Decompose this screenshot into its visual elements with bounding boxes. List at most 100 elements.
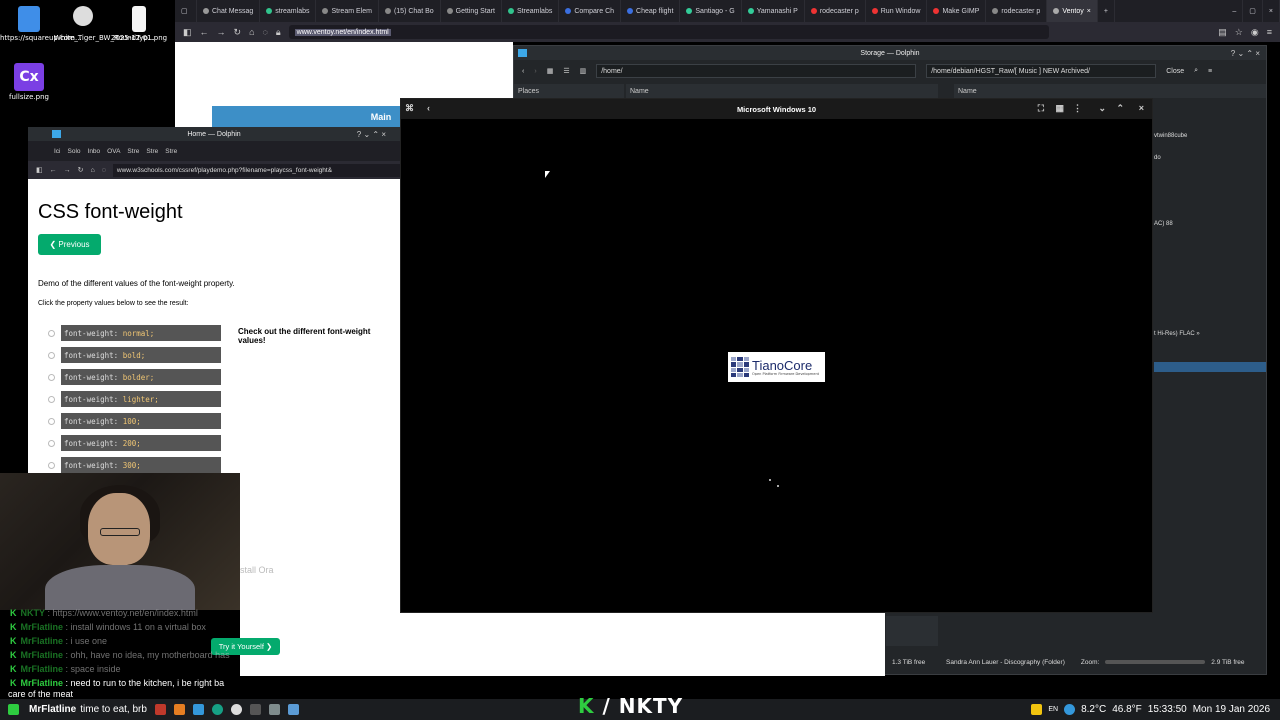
desktop-icon-squareup[interactable]: https://squareup.com... — [0, 6, 82, 43]
search-icon[interactable]: ⌕ — [1194, 67, 1198, 75]
file-item[interactable]: vtwin88cube — [1154, 133, 1187, 139]
code-value[interactable]: font-weight: bold; — [61, 347, 221, 363]
font-weight-option[interactable]: font-weight: bold; — [48, 347, 223, 363]
radio-button[interactable] — [48, 439, 55, 447]
tab[interactable]: Stre — [146, 148, 158, 155]
code-value[interactable]: font-weight: 300; — [61, 457, 221, 473]
code-value[interactable]: font-weight: 200; — [61, 435, 221, 451]
menu-icon[interactable]: ≡ — [1267, 27, 1272, 37]
reader-icon[interactable]: ▤ — [1218, 27, 1227, 38]
browser-tab[interactable]: Make GIMP — [927, 0, 987, 22]
app-icon[interactable] — [173, 704, 185, 715]
bookmark-icon[interactable]: ☆ — [1235, 27, 1243, 38]
font-weight-option[interactable]: font-weight: bolder; — [48, 369, 223, 385]
more-icon[interactable]: ⋮ — [1073, 103, 1082, 114]
tab[interactable]: OVA — [107, 148, 120, 155]
tab[interactable]: Ici — [54, 148, 61, 155]
extension-icon[interactable]: ◉ — [1251, 27, 1259, 38]
maximize-icon[interactable]: ▢ — [1243, 0, 1263, 22]
font-weight-option[interactable]: font-weight: lighter; — [48, 391, 223, 407]
radio-button[interactable] — [48, 461, 55, 469]
vm-taskbar-icon[interactable] — [287, 704, 299, 715]
font-weight-option[interactable]: font-weight: 100; — [48, 413, 223, 429]
network-icon[interactable] — [1064, 704, 1076, 715]
browser-tab[interactable]: rodecaster p — [986, 0, 1048, 22]
reload-icon[interactable]: ↻ — [234, 27, 242, 38]
app-icon[interactable] — [268, 704, 280, 715]
fullscreen-icon[interactable]: ⛶ — [1038, 103, 1044, 114]
browser-tab[interactable]: Compare Ch — [559, 0, 622, 22]
back-icon[interactable]: ‹ — [522, 68, 524, 75]
clock-date[interactable]: Mon 19 Jan 2026 — [1193, 704, 1270, 715]
browser-tab[interactable]: Getting Start — [441, 0, 502, 22]
compact-view-icon[interactable]: ☰ — [563, 67, 569, 75]
back-icon[interactable]: ‹ — [427, 103, 430, 113]
browser-tab[interactable]: Santiago - G — [680, 0, 742, 22]
icons-view-icon[interactable]: ▦ — [547, 67, 554, 75]
location-bar-left[interactable]: /home/ — [596, 64, 917, 78]
location-bar-right[interactable]: /home/debian/HGST_Raw/[ Music ] NEW Arch… — [926, 64, 1157, 78]
keyboard-layout[interactable]: EN — [1048, 706, 1058, 713]
browser-tab[interactable]: Streamlabs — [502, 0, 560, 22]
back-icon[interactable]: ← — [200, 27, 209, 37]
browser-tab[interactable]: Stream Elem — [316, 0, 379, 22]
code-value[interactable]: font-weight: 100; — [61, 413, 221, 429]
app-icon[interactable] — [249, 704, 261, 715]
browser-icon[interactable] — [211, 704, 223, 715]
desktop-icon-png[interactable]: 2025-12-01.png — [110, 6, 168, 43]
browser-tab[interactable]: Run Window — [866, 0, 928, 22]
code-value[interactable]: font-weight: normal; — [61, 325, 221, 341]
browser-tab[interactable]: Yamanashi P — [742, 0, 805, 22]
close-split-button[interactable]: Close — [1166, 68, 1184, 75]
column-header[interactable]: Name — [626, 84, 938, 98]
font-weight-option[interactable]: font-weight: 200; — [48, 435, 223, 451]
browser-tab[interactable]: streamlabs — [260, 0, 317, 22]
code-value[interactable]: font-weight: bolder; — [61, 369, 221, 385]
radio-button[interactable] — [48, 329, 55, 337]
url-bar[interactable]: www.ventoy.net/en/index.html — [288, 25, 1049, 39]
home-icon[interactable]: ⌂ — [249, 27, 254, 37]
radio-button[interactable] — [48, 351, 55, 359]
tab[interactable]: Inbo — [88, 148, 101, 155]
forward-icon[interactable]: › — [534, 68, 536, 75]
tab[interactable]: Solo — [68, 148, 81, 155]
minimize-icon[interactable]: ⌄ — [1098, 103, 1106, 114]
browser-tab[interactable]: (15) Chat Bo — [379, 0, 441, 22]
forward-icon[interactable]: → — [217, 27, 226, 37]
file-item[interactable]: do — [1154, 155, 1161, 161]
radio-button[interactable] — [48, 395, 55, 403]
browser-tab[interactable]: Chat Messag — [197, 0, 261, 22]
minimize-icon[interactable]: – — [1226, 0, 1244, 22]
selected-row[interactable] — [1154, 362, 1266, 372]
file-item[interactable]: AC) 88 — [1154, 221, 1173, 227]
sidebar-icon[interactable]: ◧ — [36, 166, 43, 174]
forward-icon[interactable]: → — [64, 167, 71, 174]
browser-tab[interactable]: Cheap flight — [621, 0, 681, 22]
app-launcher-icon[interactable] — [8, 704, 19, 715]
tab-overview-icon[interactable]: ▢ — [175, 0, 197, 22]
reload-icon[interactable]: ↻ — [78, 166, 84, 174]
tab[interactable]: Stre — [127, 148, 139, 155]
new-tab-button[interactable]: + — [1098, 0, 1115, 22]
close-icon[interactable]: × — [1263, 0, 1280, 22]
keyboard-icon[interactable]: ▦ — [1055, 103, 1064, 114]
app-icon[interactable] — [192, 704, 204, 715]
font-weight-option[interactable]: font-weight: normal; — [48, 325, 223, 341]
maximize-icon[interactable]: ⌃ — [1116, 103, 1124, 114]
column-header-right[interactable]: Name — [954, 84, 1266, 98]
file-item[interactable]: t Hi-Res) FLAC » — [1154, 331, 1200, 337]
code-value[interactable]: font-weight: lighter; — [61, 391, 221, 407]
details-view-icon[interactable]: ▥ — [580, 67, 587, 75]
zoom-slider[interactable] — [1105, 660, 1206, 664]
app-icon[interactable] — [154, 704, 166, 715]
back-icon[interactable]: ← — [50, 167, 57, 174]
close-icon[interactable]: × — [1139, 103, 1144, 113]
desktop-icon-fullsize[interactable]: Cx fullsize.png — [0, 63, 58, 102]
previous-button[interactable]: ❮ Previous — [38, 234, 101, 255]
radio-button[interactable] — [48, 417, 55, 425]
app-icon[interactable] — [230, 704, 242, 715]
font-weight-option[interactable]: font-weight: 300; — [48, 457, 223, 473]
radio-button[interactable] — [48, 373, 55, 381]
window-controls[interactable]: ? ⌄ ⌃ × — [357, 130, 386, 139]
ventoy-main-nav[interactable]: Main — [212, 106, 400, 127]
